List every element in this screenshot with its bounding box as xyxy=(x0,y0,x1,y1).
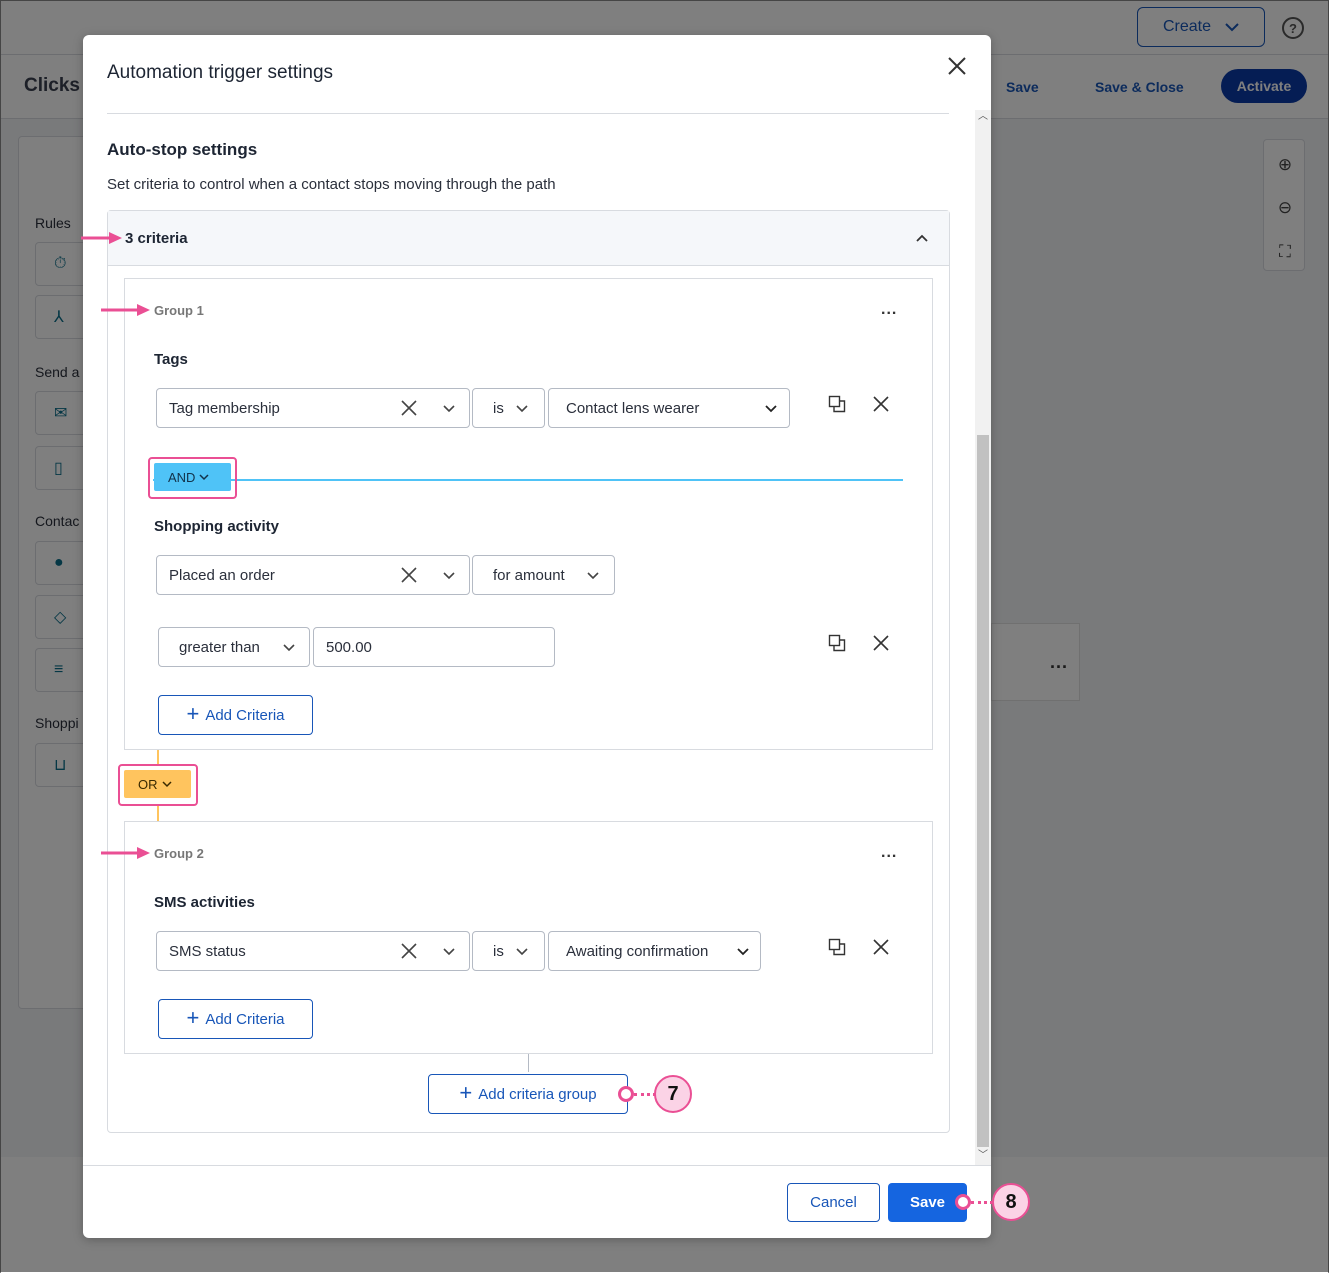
pointer-arrow-icon xyxy=(81,232,122,244)
sms-value: Awaiting confirmation xyxy=(566,943,709,960)
tags-label: Tags xyxy=(154,351,188,368)
tag-operator-value: is xyxy=(493,400,504,417)
add-criteria-button[interactable]: + Add Criteria xyxy=(158,695,313,735)
comparison-select[interactable]: greater than xyxy=(158,627,310,667)
duplicate-icon[interactable] xyxy=(828,634,846,652)
scroll-down-icon[interactable]: ﹀ xyxy=(978,1151,988,1161)
tag-value-select[interactable]: Contact lens wearer xyxy=(548,388,790,428)
amount-value: 500.00 xyxy=(326,639,372,656)
add-criteria-button[interactable]: + Add Criteria xyxy=(158,999,313,1039)
group-menu-icon[interactable]: ... xyxy=(881,301,897,319)
group-label: Group 2 xyxy=(154,846,204,861)
criteria-panel: 3 criteria Group 1 ... Tags Tag membersh… xyxy=(107,210,950,1133)
shopping-field-select[interactable]: Placed an order xyxy=(156,555,470,595)
plus-icon: + xyxy=(459,1080,473,1105)
clear-icon[interactable] xyxy=(401,400,417,416)
and-toggle[interactable]: AND xyxy=(154,463,231,491)
or-toggle[interactable]: OR xyxy=(124,770,191,798)
add-criteria-label: Add Criteria xyxy=(205,1010,285,1028)
criteria-group-1: Group 1 ... Tags Tag membership is Conta… xyxy=(124,278,933,750)
chevron-down-icon xyxy=(516,948,528,956)
section-description: Set criteria to control when a contact s… xyxy=(107,176,556,193)
tag-value: Contact lens wearer xyxy=(566,400,700,417)
cancel-button[interactable]: Cancel xyxy=(787,1183,880,1222)
group-label: Group 1 xyxy=(154,303,204,318)
remove-icon[interactable] xyxy=(872,938,890,956)
or-highlight: OR xyxy=(118,764,198,806)
callout-anchor xyxy=(618,1086,634,1102)
criteria-header[interactable]: 3 criteria xyxy=(108,211,949,266)
callout-leader xyxy=(634,1093,656,1096)
duplicate-icon[interactable] xyxy=(828,938,846,956)
modal-title: Automation trigger settings xyxy=(107,62,334,83)
add-criteria-group-button[interactable]: + Add criteria group xyxy=(428,1074,628,1114)
clear-icon[interactable] xyxy=(401,567,417,583)
chevron-down-icon xyxy=(516,405,528,413)
clear-icon[interactable] xyxy=(401,943,417,959)
remove-icon[interactable] xyxy=(872,395,890,413)
sms-value-select[interactable]: Awaiting confirmation xyxy=(548,931,761,971)
chevron-down-icon xyxy=(737,948,749,956)
callout-anchor xyxy=(955,1194,971,1210)
shopping-field-value: Placed an order xyxy=(169,567,275,584)
chevron-down-icon xyxy=(199,473,209,480)
tag-field-value: Tag membership xyxy=(169,400,280,417)
section-title: Auto-stop settings xyxy=(107,140,258,159)
chevron-down-icon xyxy=(587,572,599,580)
scroll-up-icon[interactable]: ︿ xyxy=(978,112,988,122)
shopping-activity-label: Shopping activity xyxy=(154,518,280,535)
chevron-down-icon xyxy=(283,644,295,652)
scroll-thumb[interactable] xyxy=(977,435,989,1147)
group-menu-icon[interactable]: ... xyxy=(881,844,897,862)
group-connector xyxy=(528,1054,529,1072)
amount-input[interactable]: 500.00 xyxy=(313,627,555,667)
chevron-up-icon[interactable] xyxy=(914,231,930,245)
step-7-callout: 7 xyxy=(654,1075,692,1113)
criteria-count: 3 criteria xyxy=(125,230,188,247)
sms-operator-select[interactable]: is xyxy=(472,931,545,971)
chevron-down-icon xyxy=(443,948,455,956)
and-highlight: AND xyxy=(148,457,237,499)
tag-operator-select[interactable]: is xyxy=(472,388,545,428)
header-divider xyxy=(107,113,949,114)
pointer-arrow-icon xyxy=(101,847,150,859)
chevron-down-icon xyxy=(443,405,455,413)
plus-icon: + xyxy=(186,1005,200,1030)
sms-activities-label: SMS activities xyxy=(154,894,255,911)
sms-field-value: SMS status xyxy=(169,943,246,960)
chevron-down-icon xyxy=(443,572,455,580)
plus-icon: + xyxy=(186,701,200,726)
comparison-value: greater than xyxy=(179,639,260,656)
shopping-qualifier-select[interactable]: for amount xyxy=(472,555,615,595)
or-connector-bottom xyxy=(157,806,159,822)
and-connector-line xyxy=(153,479,903,481)
criteria-group-2: Group 2 ... SMS activities SMS status is… xyxy=(124,821,933,1054)
sms-field-select[interactable]: SMS status xyxy=(156,931,470,971)
add-criteria-group-label: Add criteria group xyxy=(478,1085,597,1103)
duplicate-icon[interactable] xyxy=(828,395,846,413)
shopping-qualifier-value: for amount xyxy=(493,567,565,584)
pointer-arrow-icon xyxy=(101,304,150,316)
modal-scrollbar[interactable]: ︿ ﹀ xyxy=(975,110,991,1165)
tag-field-select[interactable]: Tag membership xyxy=(156,388,470,428)
close-icon[interactable] xyxy=(946,55,968,77)
automation-trigger-modal: Automation trigger settings ︿ ﹀ Auto-sto… xyxy=(83,35,991,1238)
remove-icon[interactable] xyxy=(872,634,890,652)
callout-leader xyxy=(971,1201,993,1204)
and-label: AND xyxy=(168,469,196,485)
add-criteria-label: Add Criteria xyxy=(205,706,285,724)
sms-operator-value: is xyxy=(493,943,504,960)
chevron-down-icon xyxy=(161,780,172,787)
chevron-down-icon xyxy=(765,405,777,413)
step-8-callout: 8 xyxy=(992,1183,1030,1221)
or-label: OR xyxy=(138,776,158,792)
footer-divider xyxy=(83,1165,991,1166)
